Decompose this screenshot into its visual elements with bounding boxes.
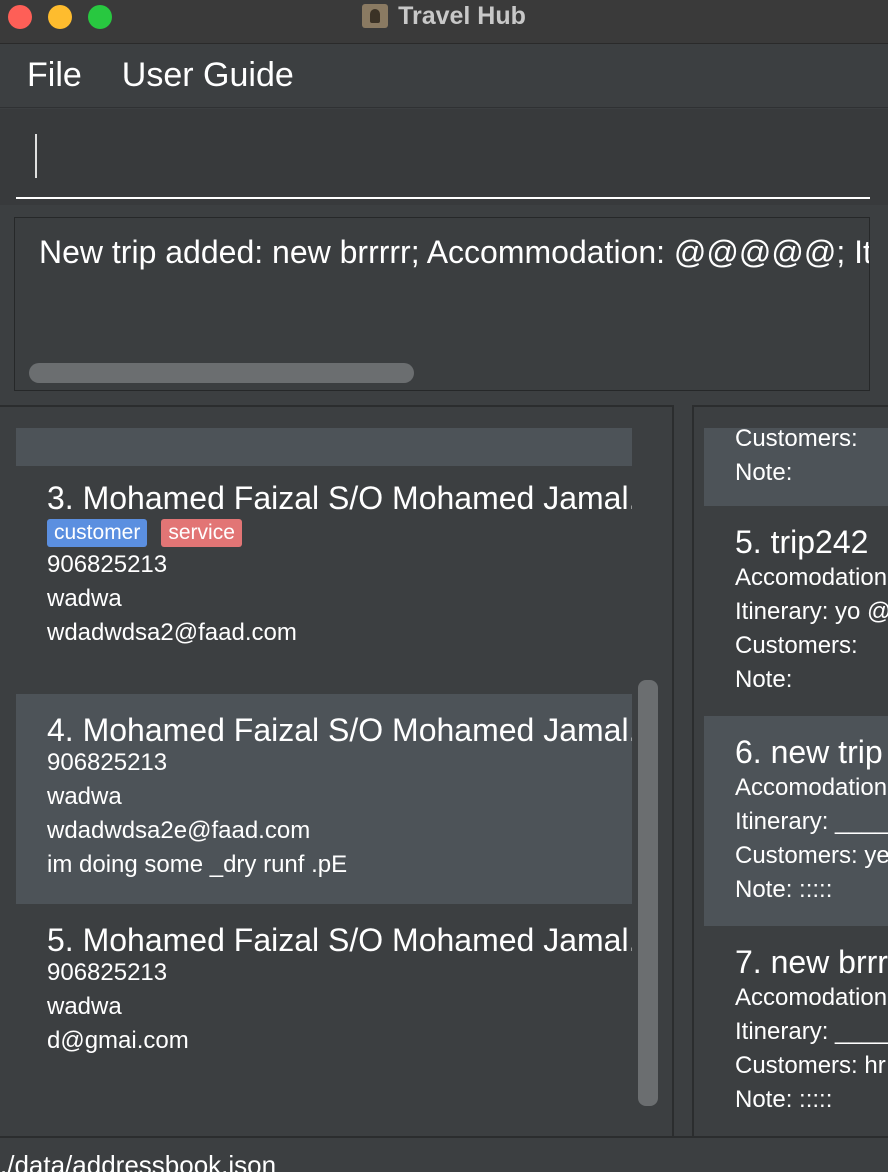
person-address: wadwa (47, 585, 122, 612)
person-phone: 906825213 (47, 551, 168, 578)
trip-name: 5. trip242 (735, 524, 869, 560)
trip-accommodation: Accomodation (735, 564, 888, 591)
title-bar: Travel Hub (0, 0, 888, 44)
trip-accommodation: Accomodation (735, 774, 888, 801)
result-display: New trip added: new brrrrr; Accommodatio… (14, 217, 870, 391)
menu-bar: File User Guide (0, 44, 888, 108)
menu-file[interactable]: File (27, 56, 82, 95)
person-email: wdadwdsa2e@faad.com (47, 817, 311, 844)
person-address: wadwa (47, 993, 122, 1020)
text-caret (35, 134, 37, 178)
trip-card-6[interactable]: 6. new trip Accomodation Itinerary: ____… (704, 716, 888, 926)
trip-itinerary: Itinerary: _____ (735, 808, 888, 835)
person-name: 3. Mohamed Faizal S/O Mohamed Jamal... (47, 480, 632, 516)
list-item[interactable] (16, 428, 632, 466)
trip-name: 7. new brrrr (735, 944, 888, 980)
save-location: ./data/addressbook.json (0, 1150, 277, 1172)
person-card-3[interactable]: 3. Mohamed Faizal S/O Mohamed Jamal... c… (16, 466, 632, 694)
person-card-5[interactable]: 5. Mohamed Faizal S/O Mohamed Jamal... 9… (16, 904, 632, 1114)
window-title: Travel Hub (398, 1, 526, 30)
tag-service: service (161, 519, 242, 547)
trip-card-4[interactable]: Customers: Note: (704, 428, 888, 506)
trip-name: 6. new trip (735, 734, 883, 770)
trip-note: Note: ::::: (735, 876, 833, 903)
person-address: wadwa (47, 783, 122, 810)
trip-note: Note: (735, 459, 793, 486)
result-message: New trip added: new brrrrr; Accommodatio… (39, 234, 870, 270)
person-name: 5. Mohamed Faizal S/O Mohamed Jamal... (47, 922, 632, 958)
app-icon (362, 4, 389, 28)
person-list-scrollbar[interactable] (638, 680, 658, 1106)
trip-note: Note: (735, 666, 793, 693)
person-phone: 906825213 (47, 959, 168, 986)
trip-itinerary: Itinerary: _____ (735, 1018, 888, 1045)
trip-itinerary: Itinerary: yo @ (735, 598, 888, 625)
person-card-4[interactable]: 4. Mohamed Faizal S/O Mohamed Jamal... 9… (16, 694, 632, 904)
result-horizontal-scrollbar[interactable] (29, 363, 414, 383)
trip-customers: Customers: hr (735, 1052, 886, 1079)
menu-user-guide[interactable]: User Guide (122, 56, 294, 95)
person-phone: 906825213 (47, 749, 168, 776)
tag-customer: customer (47, 519, 148, 547)
trip-card-5[interactable]: 5. trip242 Accomodation Itinerary: yo @ … (704, 506, 888, 716)
trip-customers: Customers: (735, 428, 858, 452)
person-remark: im doing some _dry runf .pE (47, 851, 348, 878)
person-tags: customer service (47, 519, 632, 547)
command-input[interactable] (16, 117, 870, 199)
person-name: 4. Mohamed Faizal S/O Mohamed Jamal... (47, 712, 632, 748)
person-email: wdadwdsa2@faad.com (47, 619, 297, 646)
person-email: d@gmai.com (47, 1027, 189, 1054)
command-box (0, 109, 888, 205)
trip-accommodation: Accomodation (735, 984, 888, 1011)
trip-note: Note: ::::: (735, 1086, 833, 1113)
status-bar: ./data/addressbook.json (0, 1136, 888, 1172)
window-title-group: Travel Hub (0, 0, 888, 32)
trip-customers: Customers: ye (735, 842, 888, 869)
trip-customers: Customers: (735, 632, 858, 659)
trip-card-7[interactable]: 7. new brrrr Accomodation Itinerary: ___… (704, 926, 888, 1114)
